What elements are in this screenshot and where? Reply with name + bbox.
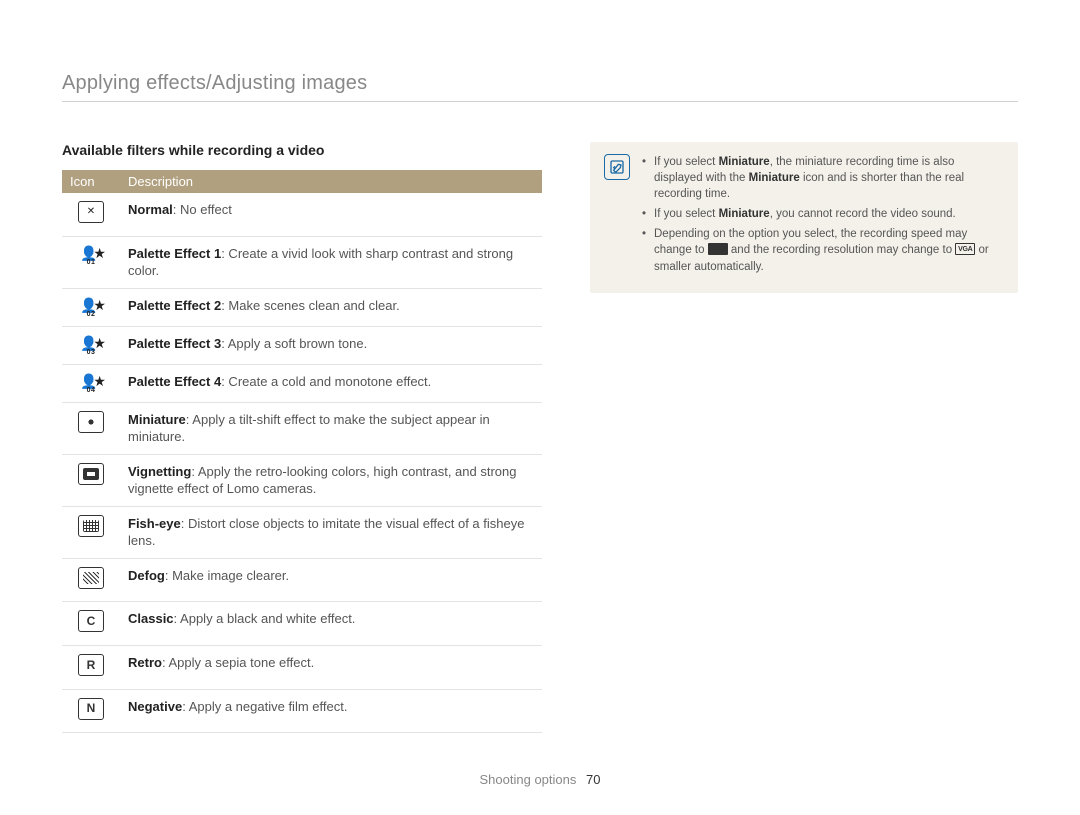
filter-description: Palette Effect 4: Create a cold and mono… [120,364,542,402]
palette-2-icon: 👤★02 [62,288,120,326]
table-row: Normal: No effect [62,193,542,236]
table-row: Defog: Make image clearer. [62,558,542,602]
normal-off-icon [62,193,120,236]
right-column: If you select Miniature, the miniature r… [590,142,1018,733]
th-description: Description [120,170,542,193]
table-row: CClassic: Apply a black and white effect… [62,602,542,646]
retro-icon: R [62,646,120,690]
defog-icon [62,558,120,602]
vignetting-icon [62,454,120,506]
filter-description: Retro: Apply a sepia tone effect. [120,646,542,690]
filter-description: Miniature: Apply a tilt-shift effect to … [120,402,542,454]
table-row: Vignetting: Apply the retro-looking colo… [62,454,542,506]
filters-table: Icon Description Normal: No effect👤★01Pa… [62,170,542,733]
negative-icon: N [62,689,120,733]
footer-page-number: 70 [586,772,600,787]
filter-description: Fish-eye: Distort close objects to imita… [120,506,542,558]
filter-description: Defog: Make image clearer. [120,558,542,602]
filters-tbody: Normal: No effect👤★01Palette Effect 1: C… [62,193,542,733]
filter-description: Palette Effect 2: Make scenes clean and … [120,288,542,326]
note-icon [604,154,630,180]
vga-resolution-icon [955,243,975,255]
note-box: If you select Miniature, the miniature r… [590,142,1018,293]
filter-description: Palette Effect 1: Create a vivid look wi… [120,236,542,288]
section-title: Available filters while recording a vide… [62,142,542,158]
table-row: Fish-eye: Distort close objects to imita… [62,506,542,558]
table-row: RRetro: Apply a sepia tone effect. [62,646,542,690]
footer-section: Shooting options [480,772,577,787]
th-icon: Icon [62,170,120,193]
content-columns: Available filters while recording a vide… [62,142,1018,733]
table-row: 👤★03Palette Effect 3: Apply a soft brown… [62,326,542,364]
palette-3-icon: 👤★03 [62,326,120,364]
fisheye-icon [62,506,120,558]
manual-page: Applying effects/Adjusting images Availa… [0,0,1080,815]
page-title: Applying effects/Adjusting images [62,72,1018,95]
note-item-1: If you select Miniature, the miniature r… [642,154,1000,202]
table-row: Miniature: Apply a tilt-shift effect to … [62,402,542,454]
palette-4-icon: 👤★04 [62,364,120,402]
title-rule [62,101,1018,102]
filter-description: Palette Effect 3: Apply a soft brown ton… [120,326,542,364]
note-item-2: If you select Miniature, you cannot reco… [642,206,1000,222]
left-column: Available filters while recording a vide… [62,142,542,733]
filter-description: Vignetting: Apply the retro-looking colo… [120,454,542,506]
note-list: If you select Miniature, the miniature r… [642,154,1000,279]
filter-description: Normal: No effect [120,193,542,236]
page-footer: Shooting options 70 [0,772,1080,787]
table-row: NNegative: Apply a negative film effect. [62,689,542,733]
table-row: 👤★04Palette Effect 4: Create a cold and … [62,364,542,402]
filter-description: Classic: Apply a black and white effect. [120,602,542,646]
recording-speed-icon [708,243,728,255]
palette-1-icon: 👤★01 [62,236,120,288]
classic-icon: C [62,602,120,646]
table-row: 👤★02Palette Effect 2: Make scenes clean … [62,288,542,326]
table-row: 👤★01Palette Effect 1: Create a vivid loo… [62,236,542,288]
note-item-3: Depending on the option you select, the … [642,226,1000,274]
filter-description: Negative: Apply a negative film effect. [120,689,542,733]
miniature-icon [62,402,120,454]
